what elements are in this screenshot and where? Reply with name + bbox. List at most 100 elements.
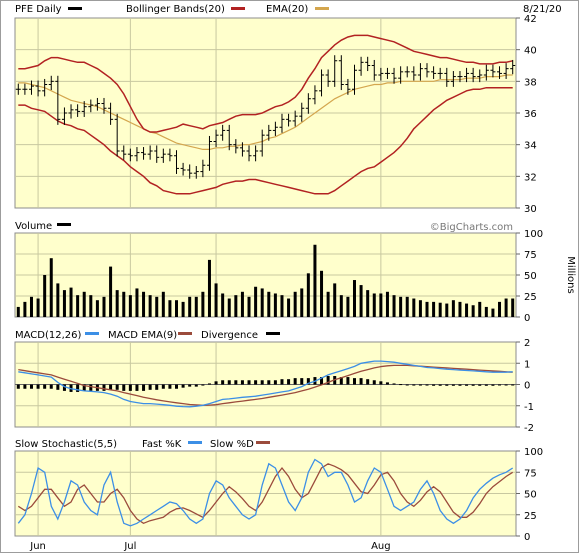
volume-bar — [260, 288, 264, 317]
divergence-bar — [438, 384, 442, 386]
volume-bar — [478, 301, 482, 317]
volume-bar — [148, 295, 152, 317]
divergence-bar — [471, 384, 475, 386]
volume-ylabel: Millions — [565, 256, 576, 293]
divergence-bar — [412, 384, 416, 386]
macd-tick-label: 0 — [524, 381, 530, 392]
volume-bar — [346, 296, 350, 317]
volume-bar — [168, 300, 172, 317]
volume-bar — [498, 301, 502, 317]
divergence-bar — [405, 384, 409, 386]
watermark: ©BigCharts.com — [430, 222, 513, 233]
divergence-bar — [418, 384, 422, 386]
volume-bar — [267, 291, 271, 317]
volume-bar — [29, 296, 33, 317]
x-axis-month-label: Jun — [29, 541, 46, 552]
divergence-bar — [511, 384, 515, 386]
divergence-bar — [161, 384, 165, 389]
divergence-bar — [115, 384, 119, 390]
divergence-bar — [300, 378, 304, 385]
divergence-bar — [168, 384, 172, 389]
divergence-bar — [43, 384, 47, 389]
divergence-bar — [56, 384, 60, 390]
volume-bar — [161, 291, 165, 317]
macd-tick-label: 2 — [524, 338, 530, 349]
volume-bar — [372, 293, 376, 317]
price-tick-label: 38 — [524, 77, 537, 88]
macd-title: MACD(12,26) — [15, 330, 82, 341]
divergence-bar — [194, 384, 198, 387]
volume-bar — [418, 300, 422, 317]
divergence-bar — [260, 380, 264, 385]
volume-tick-label: 100 — [524, 229, 543, 240]
divergence-bar — [385, 382, 389, 385]
volume-bar — [405, 296, 409, 317]
divergence-bar — [207, 383, 211, 385]
volume-bar — [465, 303, 469, 317]
volume-bar — [280, 295, 284, 317]
volume-bar — [432, 301, 436, 317]
volume-tick-label: 0 — [524, 313, 530, 324]
price-tick-label: 42 — [524, 14, 537, 25]
volume-bar — [175, 300, 179, 317]
price-tick-label: 40 — [524, 46, 537, 57]
volume-bar — [491, 308, 495, 317]
stochastic-tick-label: 50 — [524, 490, 537, 501]
divergence-bar — [458, 384, 462, 386]
volume-bar — [306, 273, 310, 317]
divergence-bar — [254, 380, 258, 385]
volume-bar — [445, 303, 449, 317]
volume-bar — [359, 285, 363, 317]
x-axis-month-label: Jul — [123, 541, 136, 552]
volume-bar — [109, 266, 113, 317]
macd-tick-label: 1 — [524, 359, 530, 370]
divergence-bar — [352, 378, 356, 385]
volume-bar — [313, 244, 317, 317]
divergence-bar — [346, 377, 350, 385]
stock-chart-svg: 303234363840420255075100Volume ©BigCharts… — [14, 14, 576, 552]
divergence-bar — [122, 384, 126, 391]
volume-bar — [287, 298, 291, 317]
volume-bar — [425, 301, 429, 317]
divergence-bar — [23, 384, 27, 389]
divergence-bar — [451, 384, 455, 386]
volume-bar — [379, 293, 383, 317]
volume-bar — [366, 290, 370, 317]
volume-bar — [221, 293, 225, 317]
divergence-bar — [267, 380, 271, 385]
volume-bar — [273, 293, 277, 317]
divergence-bar — [425, 384, 429, 386]
divergence-bar — [273, 380, 277, 385]
volume-bar — [82, 291, 86, 317]
divergence-bar — [247, 380, 251, 385]
divergence-bar — [240, 380, 244, 385]
fast-k-swatch — [188, 441, 202, 444]
macd-ema-legend-label: MACD EMA(9) — [108, 330, 177, 341]
divergence-bar — [359, 378, 363, 385]
volume-bar — [214, 283, 218, 317]
divergence-bar — [392, 383, 396, 385]
volume-bar — [392, 295, 396, 317]
volume-bar — [181, 301, 185, 317]
volume-bar — [49, 258, 53, 317]
volume-tick-label: 50 — [524, 271, 537, 282]
divergence-bar — [227, 380, 231, 385]
fast-k-legend-label: Fast %K — [142, 439, 182, 450]
volume-bar — [89, 295, 93, 317]
volume-bar — [399, 296, 403, 317]
volume-bar — [142, 291, 146, 317]
volume-bar — [247, 296, 251, 317]
volume-bar — [333, 283, 337, 317]
divergence-bar — [234, 380, 238, 385]
volume-bar — [234, 295, 238, 317]
volume-bar — [207, 259, 211, 317]
volume-tick-label: 75 — [524, 250, 537, 261]
divergence-bar — [366, 379, 370, 385]
stochastic-tick-label: 75 — [524, 468, 537, 479]
divergence-bar — [478, 384, 482, 386]
divergence-bar — [142, 384, 146, 391]
volume-bar — [471, 305, 475, 317]
divergence-bar — [155, 384, 159, 390]
divergence-bar — [484, 384, 488, 386]
divergence-bar — [181, 384, 185, 388]
